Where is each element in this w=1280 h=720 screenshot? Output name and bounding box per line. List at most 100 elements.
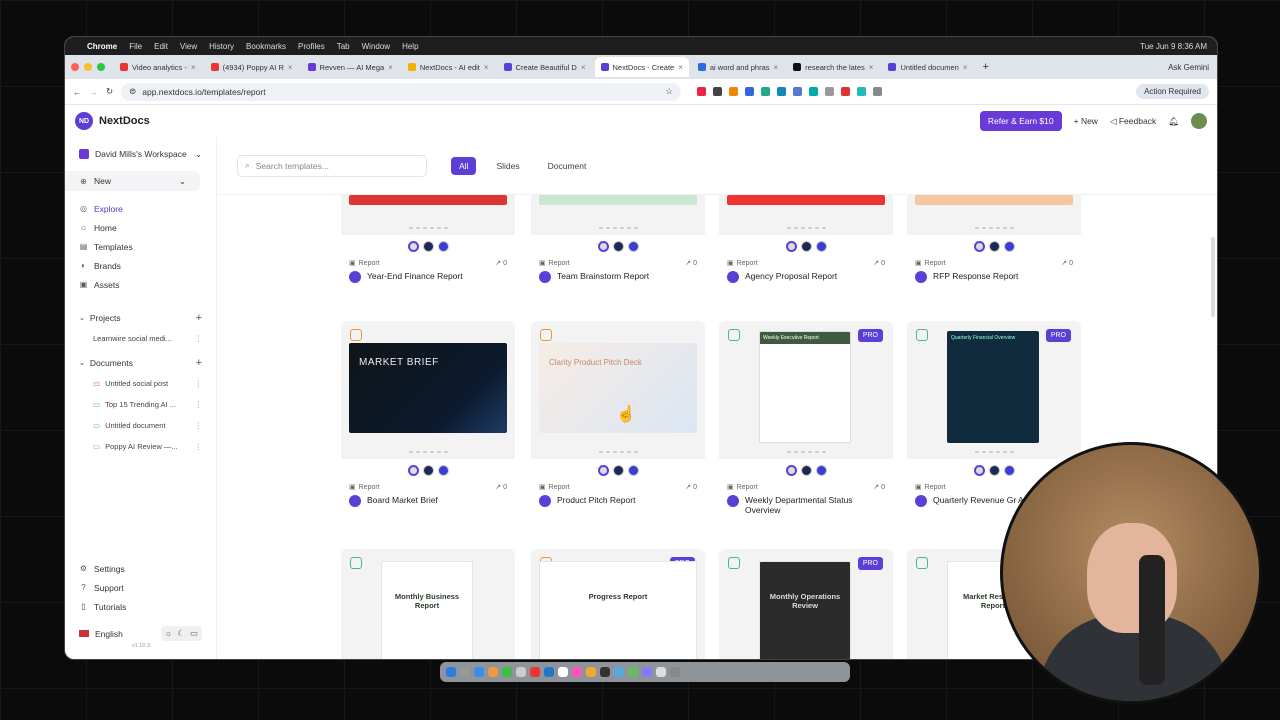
sun-icon[interactable]: ☼ bbox=[165, 628, 173, 639]
browser-tab[interactable]: Revven — AI Mega × bbox=[302, 57, 399, 77]
theme-swatch[interactable] bbox=[815, 240, 827, 252]
forward-icon[interactable]: → bbox=[90, 87, 99, 97]
more-icon[interactable]: ⋮ bbox=[195, 400, 203, 409]
sidebar-item-brands[interactable]: ◐ Brands bbox=[65, 256, 216, 275]
close-tab-icon[interactable]: × bbox=[774, 63, 779, 72]
sidebar-item-tutorials[interactable]: ▯ Tutorials bbox=[65, 597, 216, 616]
app-icon[interactable] bbox=[488, 667, 498, 677]
extension-icon[interactable] bbox=[697, 87, 707, 96]
extension-icon[interactable] bbox=[841, 87, 851, 96]
monitor-icon[interactable]: ▭ bbox=[190, 628, 198, 639]
browser-tab[interactable]: Untitled documen × bbox=[882, 57, 973, 77]
sidebar-item-settings[interactable]: ⚙ Settings bbox=[65, 559, 216, 578]
sidebar-item-support[interactable]: ? Support bbox=[65, 578, 216, 597]
more-icon[interactable]: ⋮ bbox=[195, 442, 203, 451]
close-tab-icon[interactable]: × bbox=[963, 63, 968, 72]
trash-icon[interactable] bbox=[670, 667, 680, 677]
theme-swatch[interactable] bbox=[1003, 464, 1015, 476]
close-tab-icon[interactable]: × bbox=[581, 63, 586, 72]
template-card[interactable]: ▣ Report ↗ 0 Year-End Finance Report bbox=[341, 195, 515, 283]
sidebar-item-home[interactable]: ⌂ Home bbox=[65, 218, 216, 237]
zoom-window-button[interactable] bbox=[97, 63, 105, 71]
browser-tab[interactable]: (4934) Poppy AI R × bbox=[205, 57, 299, 77]
app-icon[interactable] bbox=[516, 667, 526, 677]
url-field[interactable]: ⊜ app.nextdocs.io/templates/report ☆ bbox=[121, 82, 682, 101]
browser-tab[interactable]: Video analytics - × bbox=[114, 57, 202, 77]
bookmark-star-icon[interactable]: ☆ bbox=[666, 86, 674, 97]
app-icon[interactable] bbox=[628, 667, 638, 677]
extension-icon[interactable] bbox=[857, 87, 867, 96]
menubar-app[interactable]: Chrome bbox=[87, 42, 117, 51]
menu-edit[interactable]: Edit bbox=[154, 42, 168, 51]
theme-swatch[interactable] bbox=[437, 240, 449, 252]
menu-bookmarks[interactable]: Bookmarks bbox=[246, 42, 286, 51]
theme-swatch[interactable] bbox=[597, 464, 609, 476]
language-selector[interactable]: English ☼ ☾ ▭ bbox=[65, 624, 216, 643]
theme-swatch[interactable] bbox=[407, 464, 419, 476]
template-card[interactable]: ▣ Report ↗ 0 RFP Response Report bbox=[907, 195, 1081, 283]
browser-tab[interactable]: Create Beautiful D × bbox=[498, 57, 592, 77]
extension-icon[interactable] bbox=[729, 87, 739, 96]
theme-swatch[interactable] bbox=[973, 464, 985, 476]
browser-tab[interactable]: research the lates × bbox=[787, 57, 879, 77]
template-card[interactable]: PROProgress Report bbox=[531, 549, 705, 659]
extension-icon[interactable] bbox=[793, 87, 803, 96]
theme-swatch[interactable] bbox=[973, 240, 985, 252]
finder-icon[interactable] bbox=[446, 667, 456, 677]
theme-swatch[interactable] bbox=[612, 464, 624, 476]
document-item[interactable]: ▭ Poppy AI Review —... ⋮ bbox=[65, 436, 216, 457]
bell-icon[interactable]: 🔔︎ bbox=[1168, 116, 1179, 127]
theme-swatch[interactable] bbox=[422, 240, 434, 252]
menu-tab[interactable]: Tab bbox=[337, 42, 350, 51]
ask-gemini-button[interactable]: Ask Gemini bbox=[1168, 63, 1209, 72]
close-tab-icon[interactable]: × bbox=[484, 63, 489, 72]
template-card[interactable]: Monthly Business Report bbox=[341, 549, 515, 659]
add-document-icon[interactable]: + bbox=[196, 357, 202, 369]
more-icon[interactable]: ⋮ bbox=[195, 379, 203, 388]
theme-swatch[interactable] bbox=[815, 464, 827, 476]
extension-icon[interactable] bbox=[873, 87, 883, 96]
theme-swatch[interactable] bbox=[627, 464, 639, 476]
card-title[interactable]: Board Market Brief bbox=[367, 495, 438, 505]
card-title[interactable]: Product Pitch Report bbox=[557, 495, 635, 505]
close-tab-icon[interactable]: × bbox=[191, 63, 196, 72]
filter-all[interactable]: All bbox=[451, 156, 477, 175]
action-required-button[interactable]: Action Required bbox=[1136, 84, 1209, 99]
close-window-button[interactable] bbox=[71, 63, 79, 71]
moon-icon[interactable]: ☾ bbox=[177, 628, 185, 639]
browser-tab[interactable]: NextDocs - Create × bbox=[594, 57, 689, 77]
card-title[interactable]: Team Brainstorm Report bbox=[557, 271, 649, 281]
filter-slides[interactable]: Slides bbox=[488, 157, 527, 175]
app-icon[interactable] bbox=[614, 667, 624, 677]
close-tab-icon[interactable]: × bbox=[288, 63, 293, 72]
theme-swatch[interactable] bbox=[785, 240, 797, 252]
app-icon[interactable] bbox=[530, 667, 540, 677]
browser-tab[interactable]: ai word and phras × bbox=[692, 57, 784, 77]
site-info-icon[interactable]: ⊜ bbox=[129, 86, 136, 97]
menu-window[interactable]: Window bbox=[362, 42, 390, 51]
card-title[interactable]: RFP Response Report bbox=[933, 271, 1018, 281]
close-tab-icon[interactable]: × bbox=[678, 63, 683, 72]
nextdocs-logo[interactable]: ND bbox=[75, 112, 93, 130]
scrollbar[interactable] bbox=[1211, 237, 1215, 317]
chrome-icon[interactable] bbox=[586, 667, 596, 677]
refer-earn-button[interactable]: Refer & Earn $10 bbox=[979, 111, 1062, 131]
extension-icon[interactable] bbox=[809, 87, 819, 96]
theme-swatch[interactable] bbox=[988, 240, 1000, 252]
app-icon[interactable] bbox=[558, 667, 568, 677]
theme-swatch[interactable] bbox=[627, 240, 639, 252]
template-card[interactable]: ▣ Report ↗ 0 Team Brainstorm Report bbox=[531, 195, 705, 283]
documents-header[interactable]: ⌄ Documents + bbox=[65, 353, 216, 373]
extension-icon[interactable] bbox=[825, 87, 835, 96]
new-document-button[interactable]: ⊕ New ⌄ bbox=[65, 171, 200, 191]
minimize-window-button[interactable] bbox=[84, 63, 92, 71]
card-title[interactable]: Year-End Finance Report bbox=[367, 271, 463, 281]
new-button[interactable]: + New bbox=[1074, 116, 1098, 126]
template-card[interactable]: PRO Weekly Executive Report ▣ Report ↗ 0 Week… bbox=[719, 321, 893, 515]
menu-history[interactable]: History bbox=[209, 42, 234, 51]
theme-swatch[interactable] bbox=[422, 464, 434, 476]
extension-icon[interactable] bbox=[745, 87, 755, 96]
card-title[interactable]: Agency Proposal Report bbox=[745, 271, 837, 281]
close-tab-icon[interactable]: × bbox=[388, 63, 393, 72]
more-icon[interactable]: ⋮ bbox=[195, 334, 203, 343]
